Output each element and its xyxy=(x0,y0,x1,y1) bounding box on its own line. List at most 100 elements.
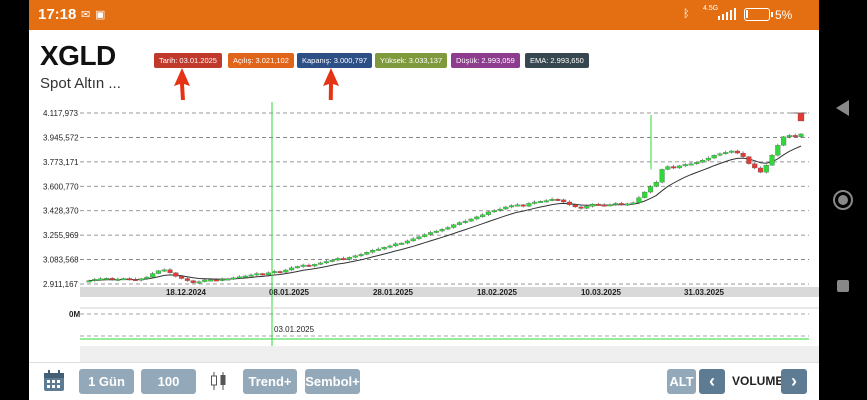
candle-up xyxy=(607,204,613,207)
crosshair-date-label: 03.01.2025 xyxy=(274,325,315,334)
candle-down xyxy=(797,112,805,122)
candle-up xyxy=(723,152,729,155)
candle-up xyxy=(509,205,515,208)
status-bar: 17:18 ✉ ▣ ᛒ 4.5G 5% xyxy=(29,0,819,30)
candle-up xyxy=(480,214,486,218)
volume-zero-label: 0M xyxy=(69,310,80,319)
prev-indicator-button[interactable]: ‹ xyxy=(699,369,725,394)
y-tick-label: 3.428,370 xyxy=(43,207,79,216)
candle-up xyxy=(202,279,208,282)
candle-down xyxy=(126,278,133,281)
candle-up xyxy=(700,160,706,163)
candle-down xyxy=(190,280,196,283)
candle-up xyxy=(317,262,324,265)
candle-down xyxy=(671,166,677,169)
badge-high: Yüksek: 3.033,137 xyxy=(375,53,448,68)
candle-up xyxy=(537,201,544,203)
candlestick-icon[interactable] xyxy=(210,371,228,391)
y-tick-label: 2.911,167 xyxy=(43,280,79,289)
x-tick-label: 08.01.2025 xyxy=(269,288,310,297)
y-tick-label: 3.773,171 xyxy=(43,158,79,167)
candle-down xyxy=(566,201,573,205)
candle-up xyxy=(543,200,549,203)
candle-up xyxy=(439,229,445,232)
candle-up xyxy=(665,166,671,170)
y-tick-label: 3.600,770 xyxy=(43,182,79,191)
candle-up xyxy=(103,278,109,280)
candle-down xyxy=(213,279,219,282)
candle-up xyxy=(584,206,590,209)
candle-up xyxy=(358,254,364,257)
candle-up xyxy=(144,276,150,279)
x-tick-label: 28.01.2025 xyxy=(373,288,414,297)
candle-down xyxy=(173,272,179,277)
trend-button[interactable]: Trend+ xyxy=(243,369,297,394)
candle-up xyxy=(236,276,243,279)
candle-up xyxy=(410,238,416,242)
candle-up xyxy=(433,230,439,233)
candle-up xyxy=(728,150,735,153)
candle-up xyxy=(208,279,214,282)
candle-up xyxy=(375,248,381,251)
alt-button[interactable]: ALT xyxy=(667,369,696,394)
candle-up xyxy=(497,208,503,211)
bottom-toolbar: 1 Gün 100 Trend+ Sembol+ ALT ‹ VOLUME › xyxy=(29,362,819,400)
candle-down xyxy=(734,150,740,154)
x-tick-label: 10.03.2025 xyxy=(581,288,622,297)
network-type: 4.5G xyxy=(703,5,719,12)
candle-up xyxy=(271,271,277,274)
candle-down xyxy=(578,206,584,209)
calendar-icon[interactable] xyxy=(43,370,65,392)
count-button[interactable]: 100 xyxy=(141,369,196,394)
candle-up xyxy=(381,247,387,250)
candle-up xyxy=(121,278,127,281)
candle-down xyxy=(746,156,752,164)
candle-up xyxy=(352,255,358,258)
mail-icon: ✉ xyxy=(81,9,91,21)
candle-up xyxy=(491,210,497,213)
candle-up xyxy=(705,157,711,161)
candle-up xyxy=(335,258,341,261)
notification-icon: ▣ xyxy=(95,9,106,21)
candle-up xyxy=(532,201,538,204)
x-tick-label: 18.12.2024 xyxy=(166,288,207,297)
status-time: 17:18 xyxy=(38,6,77,23)
price-chart[interactable]: 4.117,973 3.945,572 3.773,171 3.600,770 3.42… xyxy=(29,100,819,362)
candle-up xyxy=(422,234,428,237)
candle-up xyxy=(312,264,318,267)
candle-down xyxy=(792,135,798,138)
candle-down xyxy=(306,264,312,267)
symbol-add-button[interactable]: Sembol+ xyxy=(305,369,360,394)
candle-up xyxy=(155,270,162,274)
candle-up xyxy=(485,211,491,215)
indicator-label: VOLUME xyxy=(732,374,784,388)
candle-up xyxy=(115,278,121,281)
candle-up xyxy=(514,204,520,207)
y-axis-labels: 4.117,973 3.945,572 3.773,171 3.600,770 3.42… xyxy=(43,109,79,289)
candle-up xyxy=(254,273,260,276)
nav-back-icon[interactable] xyxy=(836,100,849,116)
candle-up xyxy=(294,266,300,269)
candle-up xyxy=(647,186,654,193)
candle-up xyxy=(329,259,335,262)
candle-up xyxy=(474,216,480,220)
nav-recents-icon[interactable] xyxy=(837,280,849,292)
candle-up xyxy=(694,162,700,164)
candle-up xyxy=(92,279,98,281)
candle-down xyxy=(595,203,601,206)
period-button[interactable]: 1 Gün xyxy=(79,369,134,394)
candle-up xyxy=(416,236,422,239)
next-indicator-button[interactable]: › xyxy=(781,369,807,394)
candle-up xyxy=(590,203,596,207)
symbol-title: XGLD xyxy=(40,40,116,71)
candle-up xyxy=(265,272,271,276)
badge-open: Açılış: 3.021,102 xyxy=(228,53,294,68)
nav-home-icon[interactable] xyxy=(833,190,853,210)
candle-up xyxy=(659,169,665,183)
candle-up xyxy=(289,267,295,271)
candle-up xyxy=(769,155,775,166)
y-tick-label: 4.117,973 xyxy=(43,109,79,118)
candle-up xyxy=(225,278,231,281)
badge-ema: EMA: 2.993,650 xyxy=(525,53,589,68)
candle-up xyxy=(781,136,787,146)
